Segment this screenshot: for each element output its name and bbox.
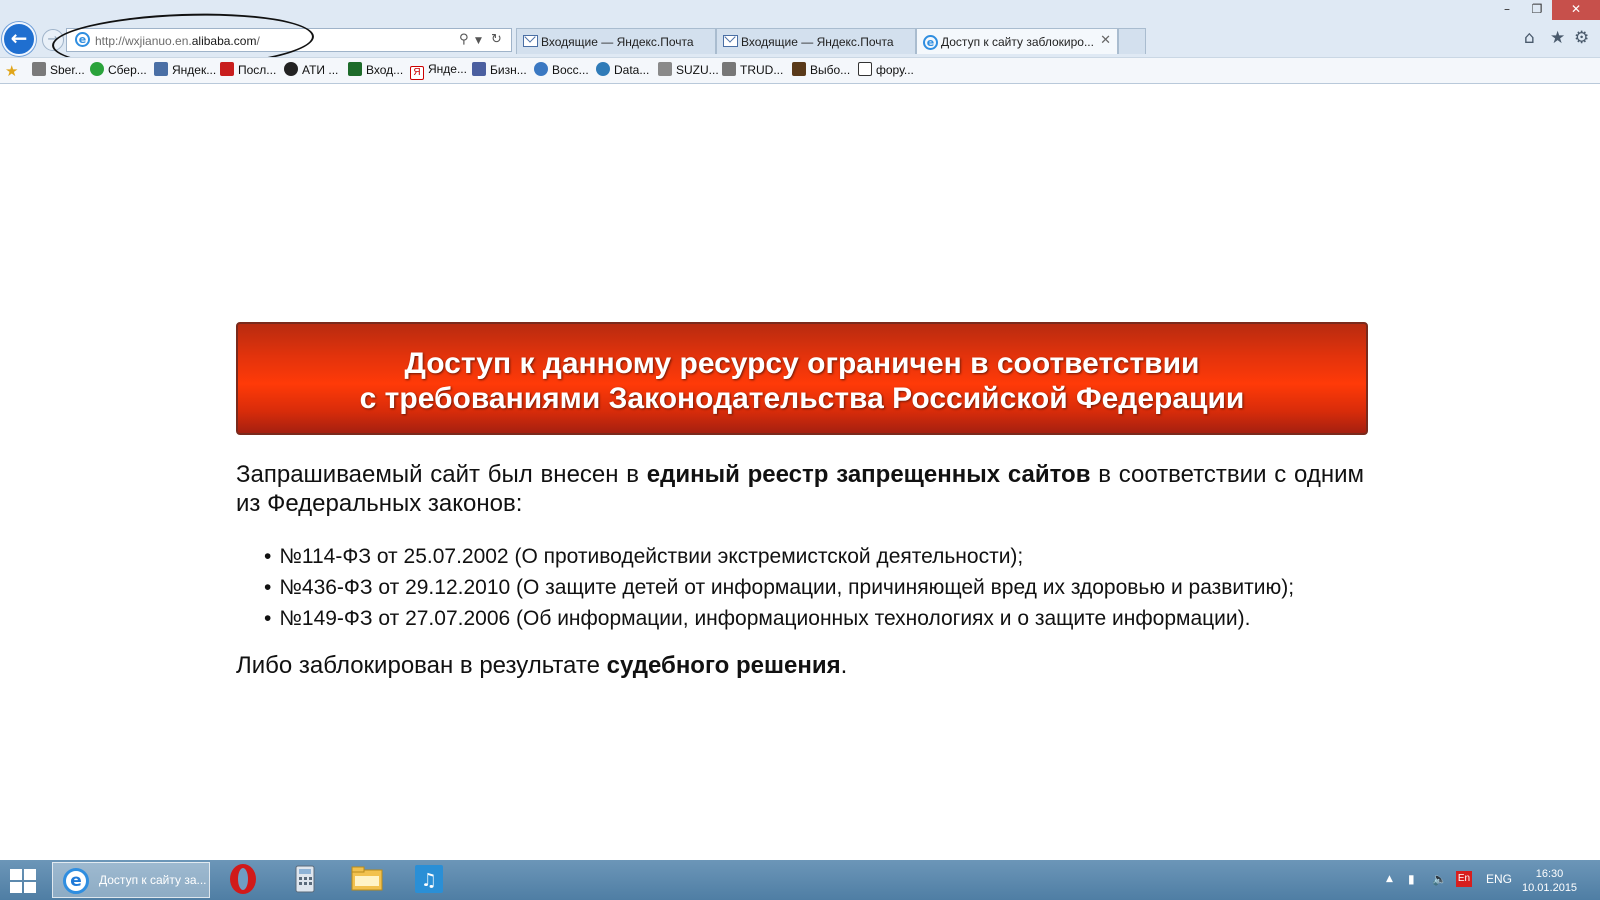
tab-label: Доступ к сайту заблокиро... xyxy=(941,35,1094,49)
refresh-icon[interactable]: ↻ xyxy=(491,32,502,47)
tab-label: Входящие — Яндекс.Почта xyxy=(541,35,694,49)
page-icon xyxy=(220,62,234,76)
banner-line-1: Доступ к данному ресурсу ограничен в соо… xyxy=(404,347,1200,380)
address-url[interactable]: http://wxjianuo.en.alibaba.com/ xyxy=(95,34,260,48)
file-explorer-icon[interactable] xyxy=(342,862,392,898)
language-badge[interactable]: En xyxy=(1456,871,1472,887)
registry-notice: Запрашиваемый сайт был внесен в единый р… xyxy=(236,461,1364,517)
page-icon xyxy=(792,62,806,76)
favorite-item[interactable]: Сбер... xyxy=(90,62,147,77)
mail-icon xyxy=(523,35,538,47)
favorite-item[interactable]: Выбо... xyxy=(792,62,850,77)
taskbar: e Доступ к сайту за... ♫ ▲ ▮ 🔈 En ENG 16… xyxy=(0,860,1600,900)
favorite-item[interactable]: SUZU... xyxy=(658,62,719,77)
windows-start-icon[interactable] xyxy=(10,869,36,893)
court-decision-emphasis: судебного решения xyxy=(606,652,841,679)
taskbar-window-label: Доступ к сайту за... xyxy=(99,873,207,887)
globe-icon xyxy=(534,62,548,76)
restore-icon[interactable]: ❐ xyxy=(1522,0,1552,20)
network-signal-icon[interactable]: ▮ xyxy=(1408,872,1415,886)
ie-icon: e xyxy=(63,868,89,894)
registry-emphasis: единый реестр запрещенных сайтов xyxy=(646,461,1091,488)
settings-gear-icon[interactable]: ⚙ xyxy=(1574,28,1589,48)
search-icon[interactable]: ⚲ xyxy=(459,32,469,47)
music-app-icon[interactable]: ♫ xyxy=(404,862,454,898)
ati-icon xyxy=(284,62,298,76)
law-list: №114-ФЗ от 25.07.2002 (О противодействии… xyxy=(264,541,1294,634)
svg-text:♫: ♫ xyxy=(421,870,437,891)
page-icon xyxy=(722,62,736,76)
clock-date: 10.01.2015 xyxy=(1522,882,1578,894)
favorite-item[interactable]: Data... xyxy=(596,62,649,77)
tab-yandex-mail-1[interactable]: Входящие — Яндекс.Почта xyxy=(516,28,716,54)
dropdown-arrow-icon[interactable]: ▼ xyxy=(475,36,482,46)
address-bar[interactable]: e http://wxjianuo.en.alibaba.com/ ⚲ ▼ ↻ xyxy=(66,28,512,52)
volume-icon[interactable]: 🔈 xyxy=(1432,872,1447,886)
tab-yandex-mail-2[interactable]: Входящие — Яндекс.Почта xyxy=(716,28,916,54)
sberbank-icon xyxy=(90,62,104,76)
show-hidden-icons-icon[interactable]: ▲ xyxy=(1386,874,1393,884)
forum-icon xyxy=(858,62,872,76)
yandex-icon: Я xyxy=(410,66,424,80)
calculator-icon[interactable] xyxy=(280,862,330,898)
language-indicator[interactable]: ENG xyxy=(1486,872,1512,886)
page-icon xyxy=(32,62,46,76)
add-favorite-icon[interactable]: ★ xyxy=(5,62,18,80)
clock-time: 16:30 xyxy=(1535,868,1564,880)
mail-icon xyxy=(154,62,168,76)
new-tab-button[interactable] xyxy=(1118,28,1146,54)
law-item: №436-ФЗ от 29.12.2010 (О защите детей от… xyxy=(264,572,1294,603)
system-clock[interactable]: 16:30 10.01.2015 xyxy=(1522,867,1577,895)
law-item: №149-ФЗ от 27.07.2006 (Об информации, ин… xyxy=(264,603,1294,634)
taskbar-ie-window[interactable]: e Доступ к сайту за... xyxy=(52,862,210,898)
favorite-item[interactable]: Sber... xyxy=(32,62,85,77)
forward-arrow-icon[interactable]: → xyxy=(42,29,64,51)
favorite-item[interactable]: Посл... xyxy=(220,62,276,77)
ie-icon: e xyxy=(923,35,938,50)
browser-chrome: – ❐ ✕ ← → e http://wxjianuo.en.alibaba.c… xyxy=(0,0,1600,84)
opera-icon[interactable] xyxy=(218,862,268,898)
home-icon[interactable]: ⌂ xyxy=(1524,28,1535,48)
favorite-item[interactable]: Я Янде... xyxy=(410,62,467,80)
page-icon xyxy=(658,62,672,76)
tab-label: Входящие — Яндекс.Почта xyxy=(741,35,894,49)
favorites-bar: ★ Sber... Сбер... Яндек... Посл... АТИ .… xyxy=(0,57,1600,83)
favorite-item[interactable]: Восс... xyxy=(534,62,589,77)
banner-line-2: с требованиями Законодательства Российск… xyxy=(359,382,1245,415)
page-icon xyxy=(472,62,486,76)
favorite-item[interactable]: Яндек... xyxy=(154,62,216,77)
title-bar: – ❐ ✕ xyxy=(0,0,1600,20)
minimize-icon[interactable]: – xyxy=(1492,0,1522,20)
ie-page-icon: e xyxy=(75,32,90,47)
court-decision-notice: Либо заблокирован в результате судебного… xyxy=(236,652,848,679)
tab-close-icon[interactable]: ✕ xyxy=(1100,33,1111,48)
favorite-item[interactable]: TRUD... xyxy=(722,62,783,77)
favorite-item[interactable]: фору... xyxy=(858,62,914,77)
favorite-item[interactable]: Бизн... xyxy=(472,62,527,77)
blocked-notice-banner: Доступ к данному ресурсу ограничен в соо… xyxy=(236,322,1368,435)
close-window-icon[interactable]: ✕ xyxy=(1552,0,1600,20)
mail-icon xyxy=(723,35,738,47)
globe-icon xyxy=(596,62,610,76)
back-arrow-icon[interactable]: ← xyxy=(2,22,36,56)
favorite-item[interactable]: Вход... xyxy=(348,62,403,77)
tab-blocked-page[interactable]: e Доступ к сайту заблокиро... ✕ xyxy=(916,28,1118,54)
favorites-star-icon[interactable]: ★ xyxy=(1550,28,1565,48)
page-icon xyxy=(348,62,362,76)
law-item: №114-ФЗ от 25.07.2002 (О противодействии… xyxy=(264,541,1294,572)
favorite-item[interactable]: АТИ ... xyxy=(284,62,338,77)
